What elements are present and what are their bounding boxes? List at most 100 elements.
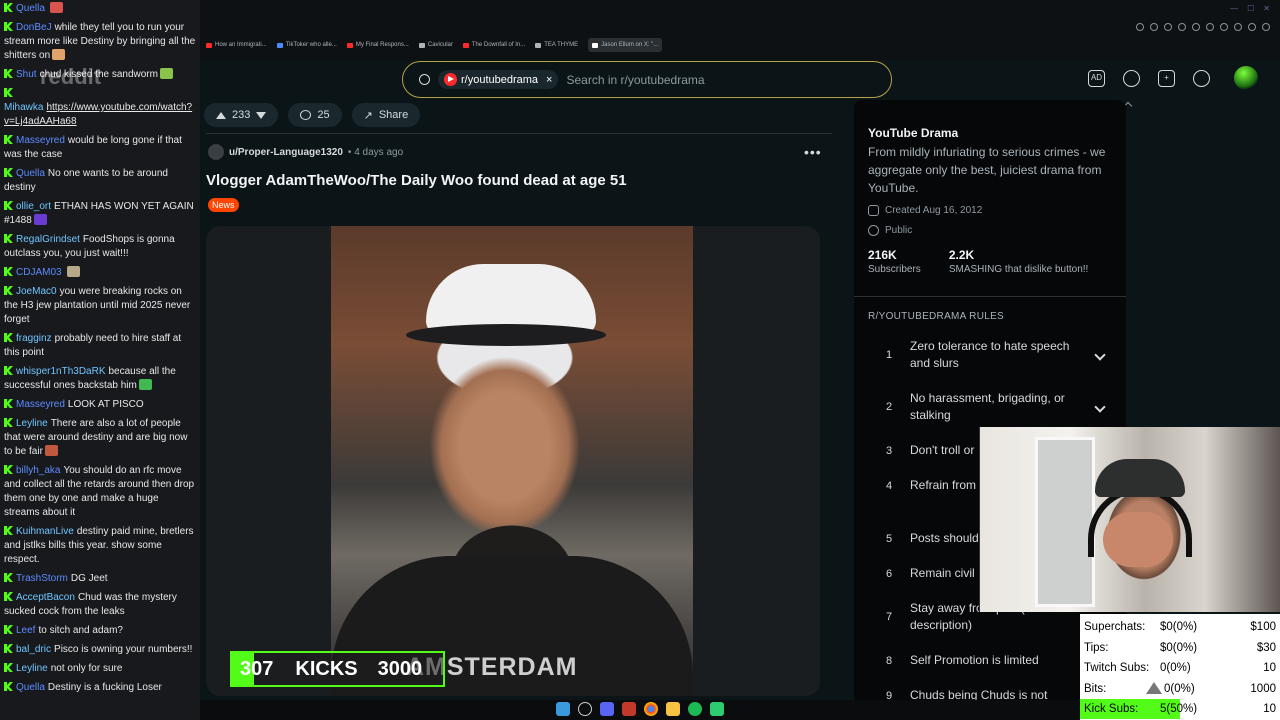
rule-number: 1 [885,349,893,361]
zoom-icon[interactable] [1136,23,1144,31]
rule-item[interactable]: 8 Self Promotion is limited [868,652,1114,669]
chat-username[interactable]: TrashStorm [16,573,68,584]
kick-badge-icon [4,286,13,295]
chat-username[interactable]: Leyline [16,418,48,429]
kick-badge-icon [4,201,13,210]
chat-username[interactable]: AcceptBacon [16,592,75,603]
close-icon[interactable]: ✕ [1263,4,1270,13]
extension-icon[interactable] [1150,23,1158,31]
kicks-goal: 3000 [377,657,423,680]
notifications-icon[interactable] [1193,70,1210,87]
bookmark-item[interactable]: TEA THYME [535,38,578,52]
youtube-icon [444,73,457,86]
discord-icon[interactable] [600,702,614,716]
goal-row: Kick Subs: 5(50%) 10 [1080,699,1280,719]
minimize-icon[interactable]: — [1230,4,1238,13]
webcam-background-door [1035,437,1095,607]
menu-icon[interactable] [1262,23,1270,31]
chat-username[interactable]: Quella [16,3,45,14]
post-title[interactable]: Vlogger AdamTheWoo/The Daily Woo found d… [206,172,627,189]
search-bar[interactable]: r/youtubedrama × Search in r/youtubedram… [402,61,892,98]
shield-icon[interactable] [1192,23,1200,31]
community-stats: 216K Subscribers 2.2K SMASHING that disl… [868,248,1088,275]
app-icon[interactable] [622,702,636,716]
play-icon[interactable] [1234,23,1242,31]
create-post-icon[interactable]: + [1158,70,1175,87]
windows-start-icon[interactable] [556,702,570,716]
upvote-icon[interactable] [216,111,226,119]
rule-item[interactable]: 1 Zero tolerance to hate speech and slurs [868,338,1114,372]
chat-username[interactable]: Quella [16,168,45,179]
author-avatar[interactable] [208,144,224,160]
chat-username[interactable]: CDJAM03 [16,267,62,278]
chat-username[interactable]: Leef [16,625,35,636]
community-title: YouTube Drama [868,126,959,140]
maximize-icon[interactable]: ☐ [1247,4,1254,13]
chat-username[interactable]: ollie_ort [16,201,51,212]
more-options-icon[interactable]: ••• [804,144,822,160]
chat-text: Destiny is a fucking Loser [47,682,162,693]
chat-username[interactable]: Masseyred [16,399,65,410]
subreddit-chip[interactable]: r/youtubedrama × [438,70,559,89]
chat-username[interactable]: fragginz [16,333,52,344]
chat-icon[interactable] [1123,70,1140,87]
chat-text: to sitch and adam? [38,625,123,636]
chat-message: billyh_aka You should do an rfc move and … [4,464,196,520]
emote-icon [44,445,58,456]
chat-username[interactable]: Masseyred [16,135,65,146]
folder-icon[interactable] [666,702,680,716]
chat-username[interactable]: Leyline [16,663,48,674]
kick-badge-icon [4,22,13,31]
window-controls: — ☐ ✕ [1230,4,1270,13]
kick-badge-icon [4,168,13,177]
chat-username[interactable]: Shut [16,69,37,80]
chat-username[interactable]: billyh_aka [16,465,60,476]
kicks-current: 307 [240,657,274,680]
extension-icon[interactable] [1206,23,1214,31]
bookmark-item[interactable]: Cavicular [418,38,453,52]
post-media[interactable]: AMSTERDAM [206,226,820,696]
chrome-icon[interactable] [644,702,658,716]
goal-target: $100 [1250,621,1276,633]
post-image[interactable]: AMSTERDAM [331,226,693,696]
extension-icon[interactable] [1164,23,1172,31]
clear-chip-icon[interactable]: × [546,74,552,86]
author-name[interactable]: u/Proper-Language1320 [229,147,343,158]
comment-count: 25 [317,109,330,121]
bookmark-item[interactable]: TikToker who alle... [276,38,337,52]
bookmark-item[interactable]: The Downfall of In... [462,38,525,52]
bookmark-item[interactable]: Jason Ellum on X: "... [588,38,663,52]
search-icon[interactable] [578,702,592,716]
rule-text: Zero tolerance to hate speech and slurs [910,339,1070,370]
extension-icon[interactable] [1248,23,1256,31]
chat-username[interactable]: KuihmanLive [16,526,74,537]
bookmark-item[interactable]: How an Immigrati... [206,38,267,52]
heart-icon[interactable] [1220,23,1228,31]
chat-username[interactable]: whisper1nTh3DaRK [16,366,106,377]
ads-icon[interactable]: AD [1088,70,1105,87]
globe-icon [868,225,879,236]
chat-message: whisper1nTh3DaRK because all the successf… [4,365,196,393]
search-input[interactable]: Search in r/youtubedrama [566,73,704,87]
rule-item[interactable]: 2 No harassment, brigading, or stalking [868,390,1114,424]
chat-username[interactable]: Quella [16,682,45,693]
community-description: From mildly infuriating to serious crime… [868,145,1106,195]
chat-username[interactable]: bal_dric [16,644,51,655]
created-label: Created Aug 16, 2012 [885,205,983,216]
spotify-icon[interactable] [688,702,702,716]
post-flair[interactable]: News [208,198,239,212]
bookmark-icon[interactable] [1178,23,1186,31]
chat-username[interactable]: JoeMac0 [16,286,57,297]
chat-username[interactable]: DonBeJ [16,22,52,33]
chevron-down-icon[interactable] [1094,349,1106,361]
user-avatar[interactable] [1234,66,1258,90]
chat-username[interactable]: RegalGrindset [16,234,80,245]
downvote-icon[interactable] [256,111,267,119]
chat-username[interactable]: Mihawka [4,102,43,113]
chevron-down-icon[interactable] [1094,401,1106,413]
extension-icons [1136,23,1270,31]
app-icon[interactable] [710,702,724,716]
comments-button[interactable]: 25 [288,103,342,127]
share-button[interactable]: ↗ Share [351,103,421,127]
bookmark-item[interactable]: My Final Respons... [346,38,409,52]
